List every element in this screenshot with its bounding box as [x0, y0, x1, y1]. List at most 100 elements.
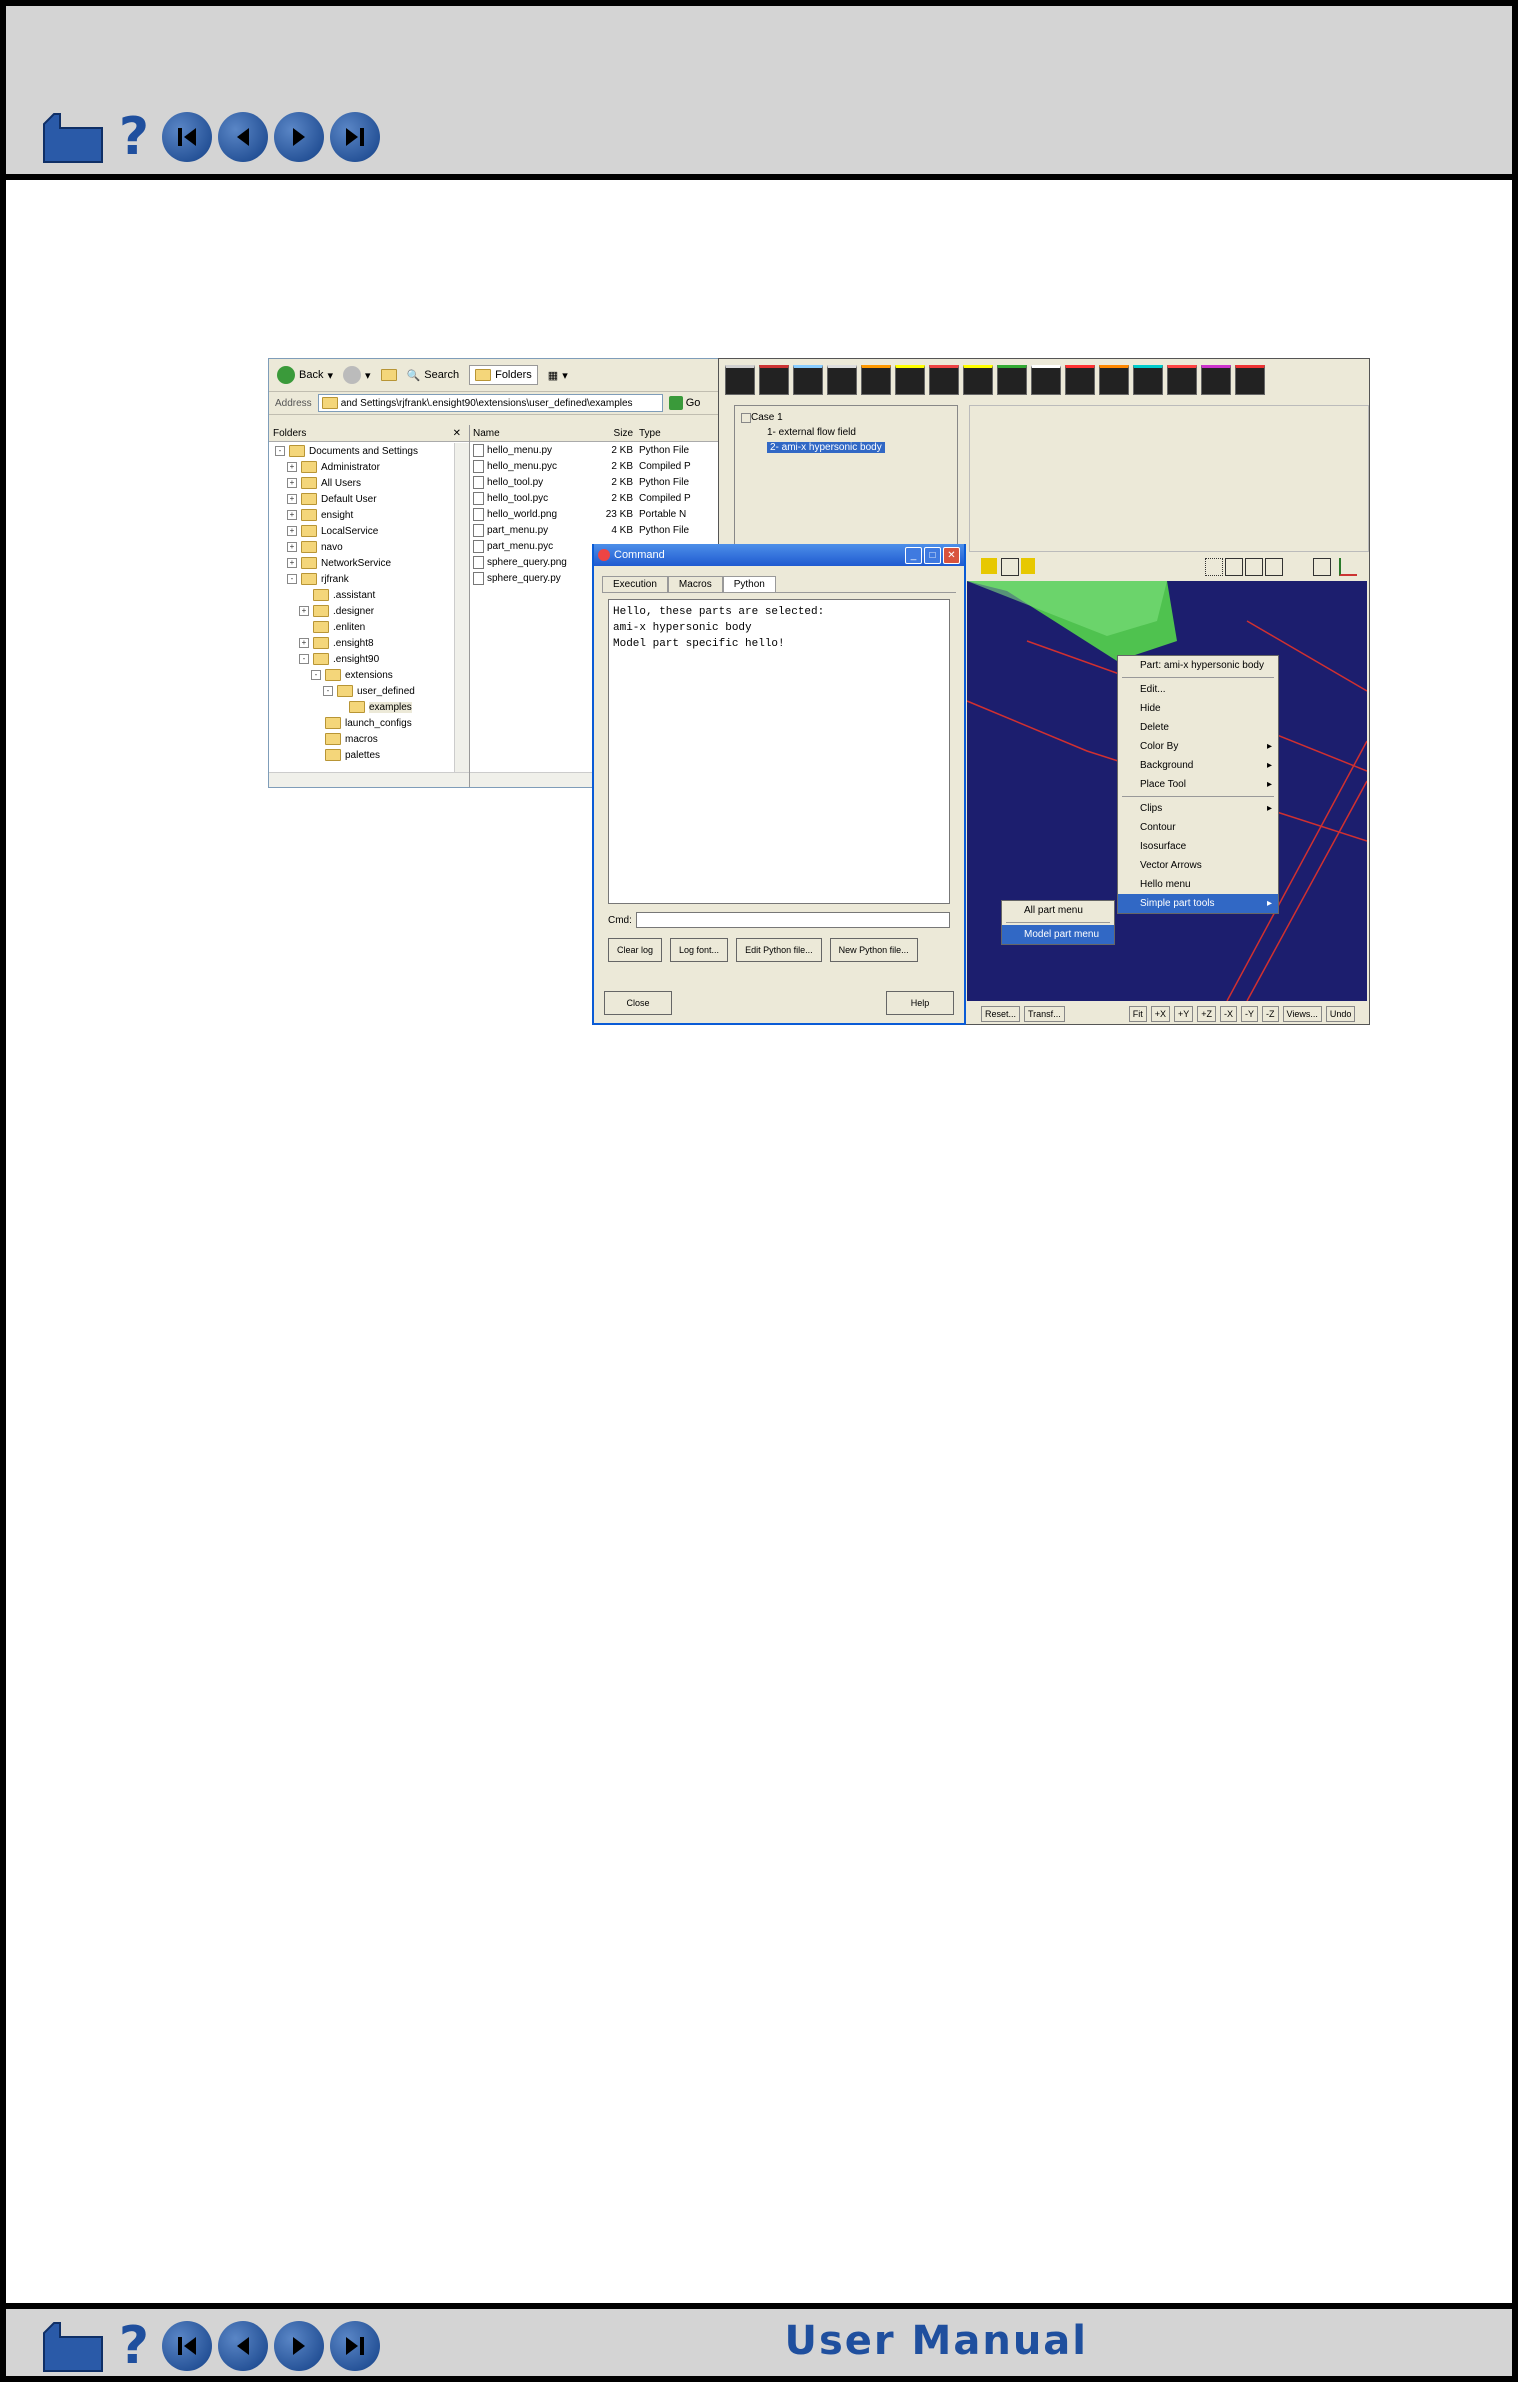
tree-node[interactable]: - Documents and Settings — [269, 443, 455, 459]
file-row[interactable]: hello_tool.pyc 2 KB Compiled P — [470, 490, 719, 506]
feature-tool-icon[interactable] — [1031, 365, 1061, 395]
context-menu-item[interactable]: Vector Arrows — [1118, 856, 1278, 875]
context-menu-item[interactable]: Simple part tools ▸ — [1118, 894, 1278, 913]
tree-expander-icon[interactable]: - — [311, 670, 321, 680]
first-page-icon[interactable] — [162, 112, 212, 162]
help-icon[interactable]: ? — [112, 2319, 156, 2373]
tree-node[interactable]: .assistant — [269, 587, 455, 603]
tree-expander-icon[interactable]: + — [287, 462, 297, 472]
tree-node[interactable]: palettes — [269, 747, 455, 763]
file-row[interactable]: hello_tool.py 2 KB Python File — [470, 474, 719, 490]
context-menu-item[interactable]: Delete — [1118, 718, 1278, 737]
selection-box-icon[interactable] — [1205, 558, 1223, 576]
views-button[interactable]: ▦ ▾ — [548, 369, 568, 382]
previous-page-icon[interactable] — [218, 2321, 268, 2371]
command-action-button[interactable]: Edit Python file... — [736, 938, 822, 962]
axis-icon[interactable] — [1225, 558, 1243, 576]
tree-expander-icon[interactable] — [741, 412, 751, 423]
part-list-item[interactable]: 1- external flow field — [739, 425, 957, 440]
tree-node[interactable]: examples — [269, 699, 455, 715]
feature-tool-icon[interactable] — [861, 365, 891, 395]
feature-tool-icon[interactable] — [793, 365, 823, 395]
search-button[interactable]: 🔍 Search — [407, 369, 460, 382]
file-row[interactable]: part_menu.py 4 KB Python File — [470, 522, 719, 538]
tree-node[interactable]: + Administrator — [269, 459, 455, 475]
close-icon[interactable]: ✕ — [943, 546, 960, 564]
context-menu-item[interactable]: Place Tool ▸ — [1118, 775, 1278, 794]
tree-expander-icon[interactable]: - — [287, 574, 297, 584]
cube-icon[interactable] — [1001, 558, 1019, 576]
view-button[interactable]: Views... — [1282, 1006, 1322, 1022]
tree-expander-icon[interactable]: + — [287, 478, 297, 488]
close-icon[interactable]: ✕ — [453, 428, 461, 439]
back-button[interactable]: Back ▾ — [277, 366, 333, 384]
view-button[interactable]: +Y — [1173, 1006, 1194, 1022]
view-button[interactable]: -Y — [1241, 1006, 1258, 1022]
column-size-header[interactable]: Size — [583, 428, 639, 439]
feature-tool-icon[interactable] — [1235, 365, 1265, 395]
context-menu-item[interactable]: Contour — [1118, 818, 1278, 837]
folders-button[interactable]: Folders — [469, 365, 538, 385]
feature-tool-icon[interactable] — [1133, 365, 1163, 395]
context-menu-item[interactable]: Edit... — [1118, 680, 1278, 699]
forward-button[interactable]: ▾ — [343, 366, 371, 384]
part-list-item[interactable]: 2- ami-x hypersonic body — [739, 440, 957, 455]
tree-node[interactable]: - .ensight90 — [269, 651, 455, 667]
feature-tool-icon[interactable] — [1201, 365, 1231, 395]
view-button[interactable]: Reset... — [981, 1006, 1021, 1022]
tree-node[interactable]: - extensions — [269, 667, 455, 683]
tree-expander-icon[interactable]: + — [287, 558, 297, 568]
file-row[interactable]: hello_menu.pyc 2 KB Compiled P — [470, 458, 719, 474]
tree-node[interactable]: - rjfrank — [269, 571, 455, 587]
help-icon[interactable]: ? — [112, 110, 156, 164]
tree-expander-icon[interactable]: - — [299, 654, 309, 664]
view-button[interactable]: +Z — [1197, 1006, 1216, 1022]
view-button[interactable]: Fit — [1128, 1006, 1147, 1022]
rotate-icon[interactable] — [1265, 558, 1283, 576]
command-action-button[interactable]: Clear log — [608, 938, 663, 962]
context-menu-item[interactable]: Isosurface — [1118, 837, 1278, 856]
tree-vertical-scrollbar[interactable] — [454, 443, 469, 773]
first-page-icon[interactable] — [162, 2321, 212, 2371]
axes-triad-icon[interactable] — [1339, 558, 1357, 576]
feature-tool-icon[interactable] — [997, 365, 1027, 395]
tree-node[interactable]: + LocalService — [269, 523, 455, 539]
view-button[interactable]: Undo — [1325, 1006, 1356, 1022]
next-page-icon[interactable] — [274, 2321, 324, 2371]
tree-node[interactable]: + navo — [269, 539, 455, 555]
feature-tool-icon[interactable] — [1167, 365, 1197, 395]
feature-tool-icon[interactable] — [1099, 365, 1129, 395]
context-menu-item[interactable]: Hello menu — [1118, 875, 1278, 894]
light-icon[interactable] — [981, 558, 997, 574]
grid-icon[interactable] — [1313, 558, 1331, 576]
tab-python[interactable]: Python — [722, 576, 776, 592]
command-title-bar[interactable]: Command _ □ ✕ — [594, 544, 964, 566]
tree-expander-icon[interactable]: + — [287, 542, 297, 552]
tree-node[interactable]: macros — [269, 731, 455, 747]
next-page-icon[interactable] — [274, 112, 324, 162]
last-page-icon[interactable] — [330, 112, 380, 162]
tree-expander-icon[interactable]: + — [299, 638, 309, 648]
context-menu-item[interactable]: Hide — [1118, 699, 1278, 718]
tab-macros[interactable]: Macros — [667, 576, 723, 592]
address-input[interactable]: and Settings\rjfrank\.ensight90\extensio… — [317, 394, 663, 412]
tree-expander-icon[interactable]: + — [287, 494, 297, 504]
cmd-input[interactable] — [635, 912, 950, 928]
view-button[interactable]: Transf... — [1024, 1006, 1065, 1022]
tree-node[interactable]: + Default User — [269, 491, 455, 507]
part-list-item[interactable]: Case 1 — [739, 410, 957, 425]
tree-expander-icon[interactable]: - — [275, 446, 285, 456]
context-menu-item[interactable]: Background ▸ — [1118, 756, 1278, 775]
maximize-icon[interactable]: □ — [924, 546, 941, 564]
feature-tool-icon[interactable] — [929, 365, 959, 395]
help-button[interactable]: Help — [886, 991, 954, 1015]
tree-node[interactable]: - user_defined — [269, 683, 455, 699]
view-button[interactable]: +X — [1150, 1006, 1170, 1022]
tree-node[interactable]: + All Users — [269, 475, 455, 491]
filter-icon[interactable] — [1021, 558, 1035, 574]
file-row[interactable]: hello_menu.py 2 KB Python File — [470, 442, 719, 458]
up-folder-button[interactable] — [380, 369, 397, 381]
tree-expander-icon[interactable]: + — [287, 510, 297, 520]
file-row[interactable]: hello_world.png 23 KB Portable N — [470, 506, 719, 522]
home-icon[interactable] — [40, 2319, 106, 2373]
